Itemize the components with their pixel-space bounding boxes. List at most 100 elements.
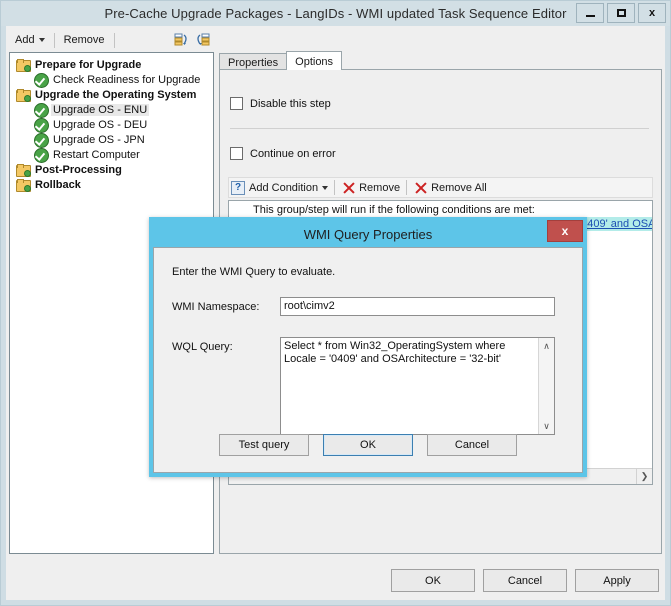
wmi-namespace-value: root\cimv2 [284, 300, 335, 312]
scroll-right-arrow-icon[interactable]: ❯ [636, 468, 652, 484]
remove-button-label: Remove [63, 34, 105, 46]
expand-all-glyph [197, 33, 210, 46]
minimize-icon [585, 14, 595, 17]
cancel-button[interactable]: Cancel [483, 569, 567, 592]
dialog-ok-label: OK [360, 439, 376, 451]
folder-icon [16, 58, 31, 72]
tree-item-label: Upgrade OS - ENU [51, 103, 150, 116]
tree-item-rollback[interactable]: Rollback [14, 177, 211, 192]
cancel-button-label: Cancel [507, 574, 543, 587]
toolbar-divider [53, 32, 55, 48]
dialog-action-buttons: Test query OK Cancel [154, 434, 582, 456]
dialog-titlebar: WMI Query Properties x [153, 220, 583, 247]
collapse-all-icon[interactable] [173, 32, 189, 48]
disable-step-label: Disable this step [250, 97, 331, 110]
window-titlebar: Pre-Cache Upgrade Packages - LangIDs - W… [1, 1, 670, 26]
tree-item-check-readiness[interactable]: Check Readiness for Upgrade [14, 72, 211, 88]
scroll-up-arrow-icon[interactable]: ∧ [539, 338, 554, 354]
ok-button[interactable]: OK [391, 569, 475, 592]
maximize-icon [616, 9, 626, 17]
dialog-close-button[interactable]: x [547, 220, 583, 242]
tree-item-prepare-for-upgrade[interactable]: Prepare for Upgrade [14, 57, 211, 72]
condition-toolbar: ? Add Condition Remove Remove All [228, 177, 653, 198]
remove-all-x-icon [415, 182, 427, 194]
tree-item-label: Rollback [35, 178, 81, 191]
close-icon: x [648, 7, 656, 19]
tabstrip: Properties Options [219, 51, 662, 70]
tree-item-restart-computer[interactable]: Restart Computer [14, 147, 211, 163]
folder-icon [16, 178, 31, 192]
add-button[interactable]: Add [9, 32, 51, 48]
green-check-icon [34, 133, 49, 148]
remove-x-icon [343, 182, 355, 194]
close-button[interactable]: x [638, 3, 666, 23]
expand-all-icon[interactable] [195, 32, 211, 48]
wql-query-textarea[interactable]: Select * from Win32_OperatingSystem wher… [280, 337, 555, 435]
tab-label: Options [295, 56, 334, 68]
chevron-down-icon [38, 38, 45, 43]
tree-item-label: Upgrade OS - JPN [53, 133, 145, 146]
add-condition-button[interactable]: Add Condition [249, 182, 318, 194]
continue-on-error-checkbox[interactable] [230, 147, 243, 160]
tree-item-upgrade-os-deu[interactable]: Upgrade OS - DEU [14, 117, 211, 133]
green-check-icon [34, 103, 49, 118]
tree-item-upgrade-os-enu[interactable]: Upgrade OS - ENU [14, 102, 211, 118]
green-check-icon [34, 118, 49, 133]
wmi-query-properties-dialog: WMI Query Properties x Enter the WMI Que… [149, 217, 587, 477]
wmi-namespace-label: WMI Namespace: [172, 301, 260, 313]
tree-item-upgrade-os-jpn[interactable]: Upgrade OS - JPN [14, 132, 211, 148]
tree-item-label: Restart Computer [53, 148, 140, 161]
minimize-button[interactable] [576, 3, 604, 23]
dialog-cancel-label: Cancel [454, 439, 490, 451]
continue-on-error-checkbox-row[interactable]: Continue on error [230, 147, 336, 160]
chevron-down-icon[interactable] [322, 185, 329, 190]
dialog-title: WMI Query Properties [303, 226, 433, 242]
close-icon: x [561, 224, 569, 238]
tree-item-upgrade-os-group[interactable]: Upgrade the Operating System [14, 87, 211, 102]
test-query-label: Test query [238, 439, 290, 451]
ok-button-label: OK [425, 574, 441, 587]
disable-step-checkbox[interactable] [230, 97, 243, 110]
dialog-ok-button[interactable]: OK [323, 434, 413, 456]
tree-item-post-processing[interactable]: Post-Processing [14, 162, 211, 177]
dialog-cancel-button[interactable]: Cancel [427, 434, 517, 456]
scroll-down-arrow-icon[interactable]: ∨ [539, 418, 554, 434]
window-controls: x [576, 3, 666, 23]
tree-item-label: Upgrade the Operating System [35, 88, 197, 101]
folder-icon [16, 163, 31, 177]
continue-on-error-label: Continue on error [250, 147, 336, 160]
wql-query-value[interactable]: Select * from Win32_OperatingSystem wher… [281, 338, 538, 434]
dialog-footer-buttons: OK Cancel Apply [391, 569, 659, 592]
collapse-all-glyph [174, 33, 187, 46]
green-check-icon [34, 148, 49, 163]
apply-button[interactable]: Apply [575, 569, 659, 592]
test-query-button[interactable]: Test query [219, 434, 309, 456]
task-sequence-tree: Prepare for Upgrade Check Readiness for … [10, 53, 213, 194]
tab-properties[interactable]: Properties [219, 53, 288, 70]
dialog-body: Enter the WMI Query to evaluate. WMI Nam… [153, 247, 583, 473]
tree-toolbar: Add Remove [9, 29, 214, 51]
help-question-icon: ? [231, 180, 245, 195]
remove-button[interactable]: Remove [58, 32, 111, 48]
add-button-label: Add [15, 34, 35, 46]
folder-icon [16, 88, 31, 102]
tab-label: Properties [228, 57, 279, 69]
conditions-header-text: This group/step will run if the followin… [253, 204, 535, 216]
tree-item-label: Post-Processing [35, 163, 122, 176]
window-title: Pre-Cache Upgrade Packages - LangIDs - W… [104, 6, 567, 21]
wql-query-label: WQL Query: [172, 341, 233, 353]
tree-item-label: Prepare for Upgrade [35, 58, 142, 71]
task-sequence-editor-window: Pre-Cache Upgrade Packages - LangIDs - W… [0, 0, 671, 606]
apply-button-label: Apply [603, 574, 631, 587]
tab-options[interactable]: Options [286, 51, 343, 70]
wmi-namespace-input[interactable]: root\cimv2 [280, 297, 555, 316]
wql-vertical-scrollbar[interactable]: ∧ ∨ [538, 338, 554, 434]
tree-item-label: Upgrade OS - DEU [53, 118, 148, 131]
remove-all-conditions-button[interactable]: Remove All [431, 182, 487, 194]
green-check-icon [34, 73, 49, 88]
disable-step-checkbox-row[interactable]: Disable this step [230, 97, 331, 110]
maximize-button[interactable] [607, 3, 635, 23]
tree-item-label: Check Readiness for Upgrade [53, 73, 201, 86]
remove-condition-button[interactable]: Remove [359, 182, 400, 194]
dialog-instruction-text: Enter the WMI Query to evaluate. [172, 266, 336, 278]
